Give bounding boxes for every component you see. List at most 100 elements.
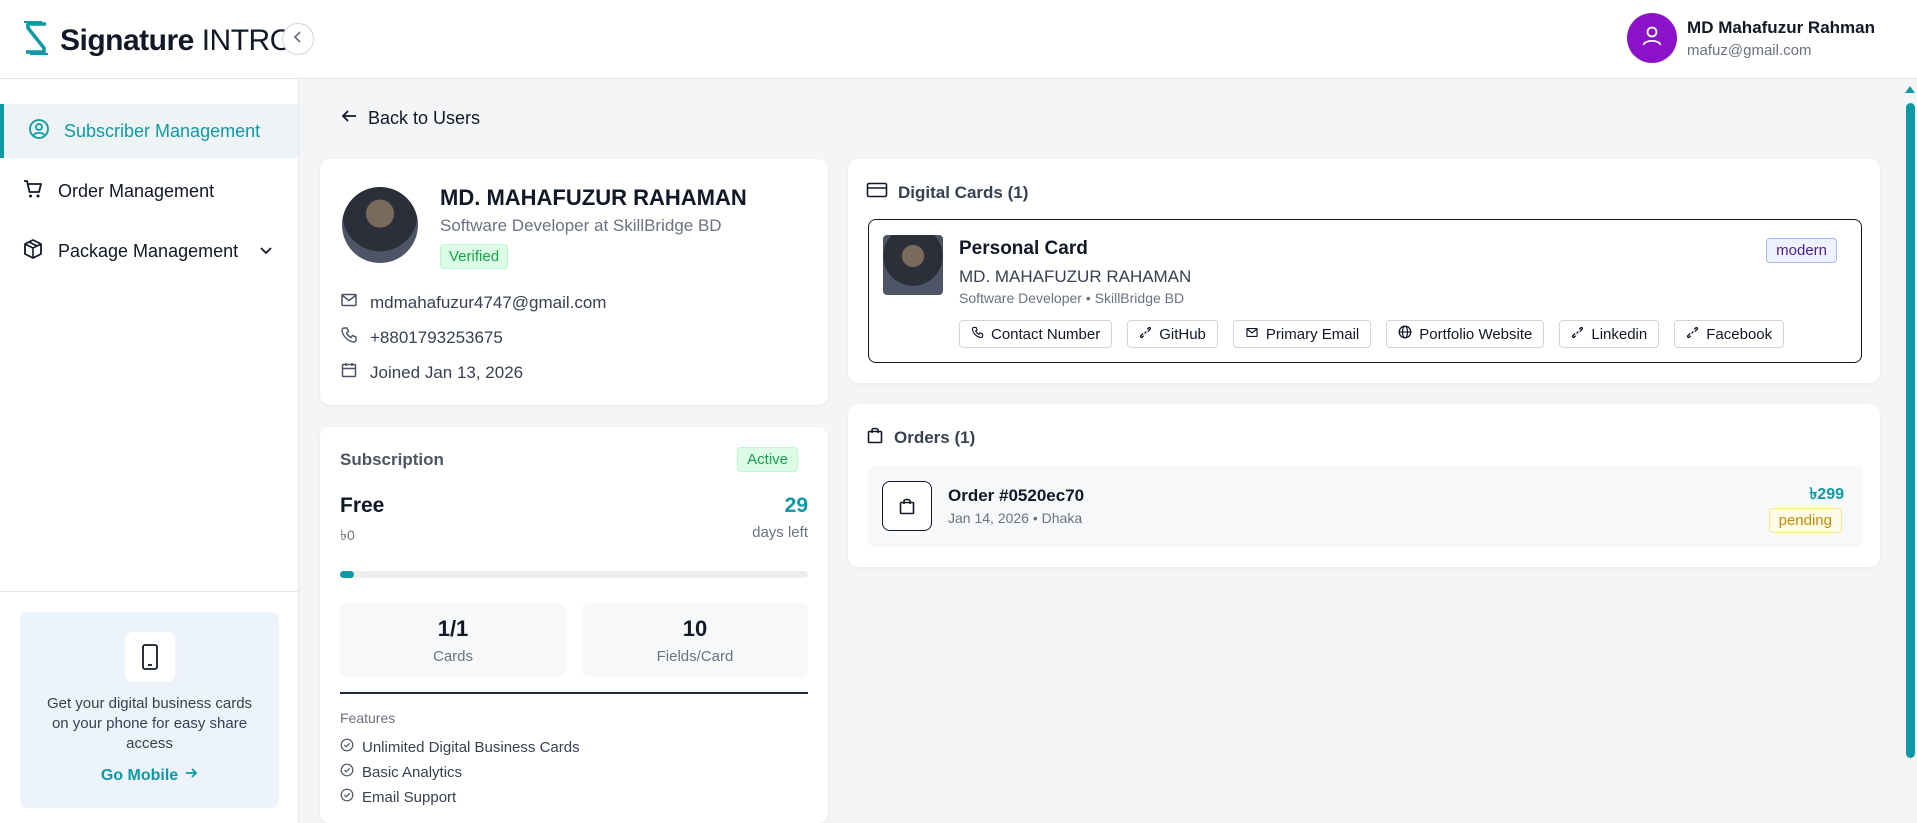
sidebar-item-label: Subscriber Management — [64, 120, 261, 141]
status-badge: Active — [737, 447, 798, 472]
orders-section: Orders (1) Order #0520ec70 Jan 14, 2026 … — [848, 404, 1880, 567]
theme-badge: modern — [1766, 238, 1837, 263]
credit-card-icon — [866, 181, 888, 204]
sidebar: Subscriber Management Order Management P… — [0, 79, 299, 823]
check-circle-icon — [340, 763, 354, 781]
feature-item: Unlimited Digital Business Cards — [340, 738, 580, 756]
profile-role: Software Developer at SkillBridge BD — [440, 216, 722, 235]
go-mobile-label: Go Mobile — [100, 766, 179, 784]
digital-cards-section: Digital Cards (1) Personal Card MD. MAHA… — [848, 159, 1880, 383]
brand-name-light: INTRO — [201, 23, 293, 57]
link-icon — [1571, 326, 1584, 343]
arrow-left-icon — [340, 107, 358, 130]
brand-name-bold: Signature — [60, 23, 194, 57]
calendar-icon — [340, 361, 358, 384]
chevron-left-icon — [291, 30, 305, 49]
link-icon — [1139, 326, 1152, 343]
sidebar-item-label: Package Management — [58, 240, 239, 261]
brand-name: Signature INTRO — [60, 24, 293, 58]
profile-phone-row: +8801793253675 — [340, 326, 503, 349]
shopping-bag-icon — [866, 426, 884, 449]
profile-name: MD. MAHAFUZUR RAHAMAN — [440, 185, 747, 210]
sidebar-divider — [0, 591, 299, 592]
feature-item: Email Support — [340, 788, 456, 806]
brand-logo[interactable]: Signature INTRO — [20, 18, 293, 63]
feature-label: Unlimited Digital Business Cards — [362, 738, 580, 756]
link-chip-github[interactable]: GitHub — [1127, 320, 1218, 348]
chevron-down-icon[interactable] — [258, 242, 274, 263]
sidebar-item-label: Order Management — [58, 180, 215, 201]
profile-email-row: mdmahafuzur4747@gmail.com — [340, 291, 606, 314]
user-name: MD Mahafuzur Rahman — [1687, 17, 1875, 37]
status-badge: pending — [1768, 508, 1842, 533]
check-circle-icon — [340, 788, 354, 806]
subscription-title: Subscription — [340, 450, 444, 469]
top-bar: Signature INTRO MD Mahafuzur Rahman mafu… — [0, 0, 1917, 79]
profile-phone: +8801793253675 — [370, 327, 503, 347]
stat-value: 10 — [682, 616, 708, 641]
sidebar-item-package-management[interactable]: Package Management — [0, 224, 298, 278]
chip-label: Linkedin — [1591, 325, 1648, 343]
link-chip-portfolio-website[interactable]: Portfolio Website — [1386, 320, 1545, 348]
profile-card: MD. MAHAFUZUR RAHAMAN Software Developer… — [320, 159, 828, 405]
features-title: Features — [340, 710, 396, 726]
card-links: Contact Number GitHub Primary Email Port… — [959, 320, 1785, 348]
scroll-up-arrow[interactable] — [1905, 86, 1915, 93]
link-chip-facebook[interactable]: Facebook — [1674, 320, 1785, 348]
subscription-progress-bar — [340, 571, 808, 578]
chip-label: GitHub — [1159, 325, 1206, 343]
sidebar-item-subscriber-management[interactable]: Subscriber Management — [0, 104, 298, 158]
stat-value: 1/1 — [437, 616, 469, 641]
profile-photo — [342, 187, 418, 263]
phone-icon — [340, 326, 358, 349]
link-chip-primary-email[interactable]: Primary Email — [1232, 320, 1372, 348]
phone-icon — [971, 326, 984, 343]
collapse-sidebar-button[interactable] — [282, 23, 314, 55]
phone-device-icon — [124, 632, 175, 682]
chip-label: Primary Email — [1265, 325, 1360, 343]
globe-icon — [1398, 325, 1412, 343]
link-chip-contact-number[interactable]: Contact Number — [959, 320, 1113, 348]
personal-card[interactable]: Personal Card MD. MAHAFUZUR RAHAMAN Soft… — [868, 219, 1862, 363]
stat-cards: 1/1 Cards — [340, 603, 566, 677]
go-mobile-link[interactable]: Go Mobile — [101, 766, 198, 785]
scrollbar-thumb[interactable] — [1906, 103, 1915, 758]
progress-fill — [340, 571, 355, 578]
stat-label: Cards — [432, 648, 473, 665]
card-title: Personal Card — [959, 238, 1088, 259]
stat-label: Fields/Card — [656, 648, 734, 665]
subscription-divider — [340, 692, 808, 694]
section-title-text: Orders (1) — [894, 427, 976, 447]
plan-name: Free — [340, 494, 385, 517]
mobile-promo: Get your digital business cards on your … — [20, 612, 279, 808]
days-left-label: days left — [752, 524, 808, 541]
avatar — [1627, 13, 1678, 63]
user-circle-icon — [28, 118, 50, 145]
profile-joined-row: Joined Jan 13, 2026 — [340, 361, 523, 384]
user-icon — [1640, 24, 1664, 53]
back-label: Back to Users — [368, 108, 481, 128]
card-photo — [883, 235, 943, 295]
sidebar-item-order-management[interactable]: Order Management — [0, 164, 298, 218]
cart-icon — [22, 178, 44, 205]
chip-label: Contact Number — [991, 325, 1101, 343]
mail-icon — [340, 291, 358, 314]
link-chip-linkedin[interactable]: Linkedin — [1559, 320, 1660, 348]
mail-icon — [1245, 326, 1259, 343]
profile-joined: Joined Jan 13, 2026 — [370, 362, 524, 382]
user-menu[interactable]: MD Mahafuzur Rahman mafuz@gmail.com — [1627, 13, 1875, 63]
subscription-card: Subscription Active Free ৳0 29 days left… — [320, 427, 828, 823]
order-meta: Jan 14, 2026 • Dhaka — [948, 510, 1083, 526]
check-circle-icon — [340, 738, 354, 756]
digital-cards-title: Digital Cards (1) — [866, 181, 1028, 204]
plan-price: ৳0 — [340, 527, 355, 543]
feature-item: Basic Analytics — [340, 763, 462, 781]
chip-label: Facebook — [1706, 325, 1773, 343]
back-to-users-link[interactable]: Back to Users — [340, 107, 480, 130]
link-icon — [1686, 326, 1699, 343]
card-subtitle: Software Developer • SkillBridge BD — [959, 290, 1185, 306]
order-row[interactable]: Order #0520ec70 Jan 14, 2026 • Dhaka ৳29… — [868, 465, 1862, 547]
shopping-bag-icon — [882, 481, 932, 531]
chip-label: Portfolio Website — [1419, 325, 1533, 343]
order-amount: ৳299 — [1809, 486, 1844, 503]
